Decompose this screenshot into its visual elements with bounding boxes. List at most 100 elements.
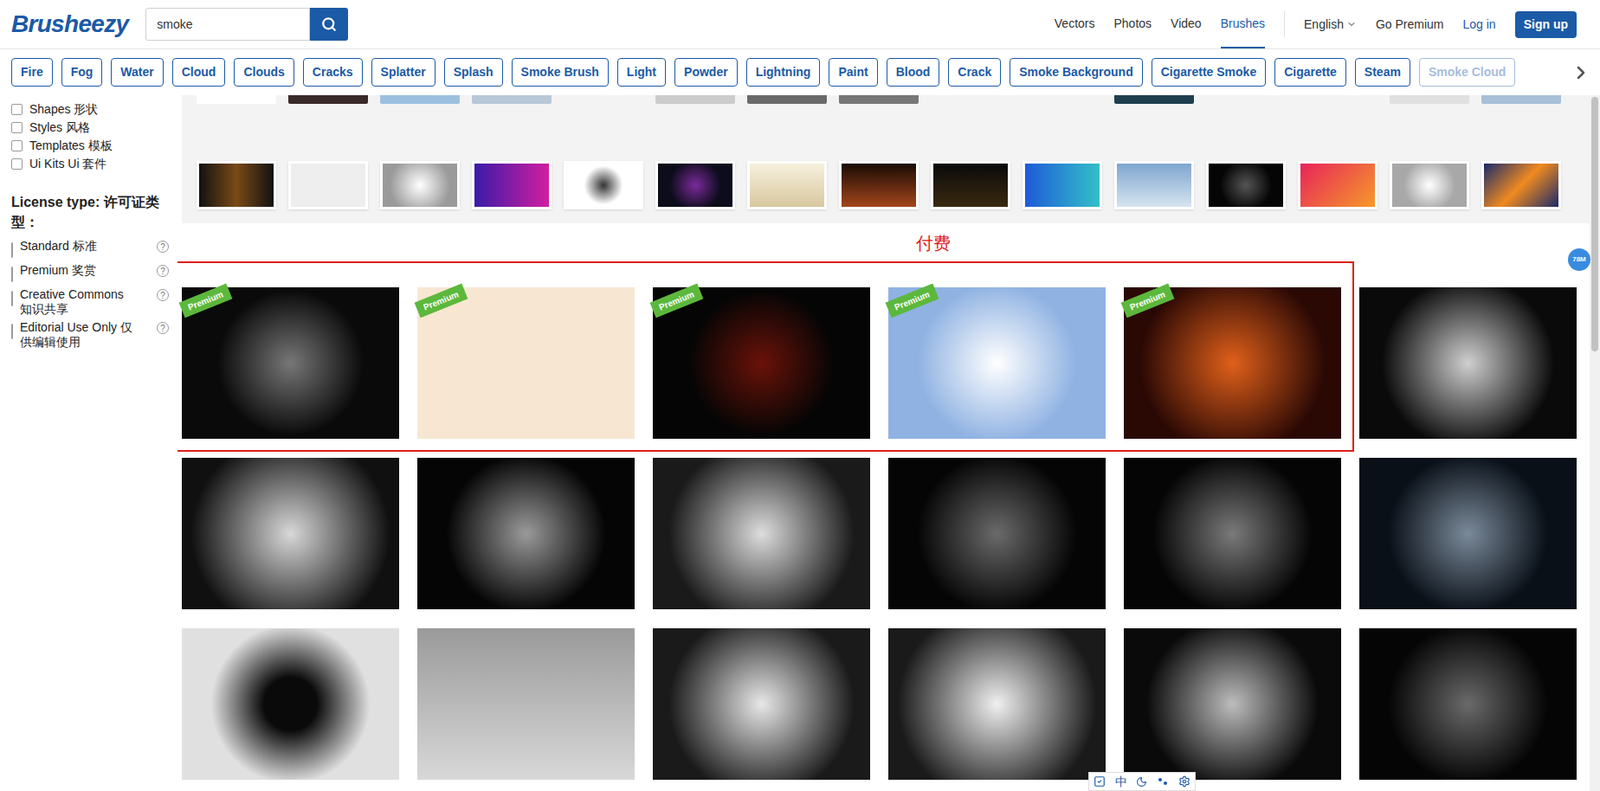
language-select[interactable]: English (1303, 15, 1357, 34)
brush-card[interactable] (652, 458, 871, 610)
tag-pill[interactable]: Fog (61, 58, 104, 87)
tag-pill[interactable]: Splash (444, 58, 504, 87)
related-thumb[interactable] (196, 161, 277, 210)
tag-pill[interactable]: Cigarette (1274, 58, 1347, 87)
related-thumb[interactable] (747, 161, 827, 210)
related-thumb[interactable] (288, 161, 368, 210)
logo[interactable]: Brusheezy (11, 6, 129, 43)
floating-badge[interactable]: 78M (1567, 248, 1591, 271)
brush-card[interactable] (888, 458, 1106, 610)
gear-icon[interactable] (1178, 775, 1191, 788)
related-thumb[interactable] (380, 95, 460, 104)
related-thumb[interactable] (1297, 95, 1378, 104)
license-option[interactable]: Standard 标准? (11, 238, 169, 260)
tag-pill[interactable]: Paint (828, 58, 878, 87)
scrollbar-thumb[interactable] (1591, 96, 1599, 352)
nav-link[interactable]: Video (1170, 0, 1202, 49)
brush-card[interactable] (417, 628, 635, 781)
related-thumb[interactable] (1206, 161, 1286, 210)
tag-pill[interactable]: Steam (1354, 58, 1411, 87)
help-badge[interactable]: ? (156, 264, 169, 278)
brush-card[interactable] (181, 628, 400, 781)
checkbox[interactable] (11, 103, 23, 116)
tag-pill[interactable]: Cigarette Smoke (1151, 58, 1266, 87)
brush-card[interactable] (417, 458, 635, 610)
related-thumb[interactable] (655, 95, 736, 104)
checkbox-icon[interactable] (1093, 775, 1106, 788)
related-thumb[interactable] (563, 161, 644, 210)
related-thumb[interactable] (1206, 95, 1286, 104)
checkbox[interactable] (11, 323, 13, 340)
tag-pill[interactable]: Fire (11, 58, 53, 87)
tag-pill[interactable]: Water (110, 58, 163, 87)
filter-item[interactable]: Templates 模板 (11, 136, 169, 155)
tag-pill[interactable]: Smoke Brush (511, 58, 609, 87)
related-thumb[interactable] (1114, 161, 1194, 210)
related-thumb[interactable] (1481, 161, 1562, 210)
tag-pill[interactable]: Light (617, 58, 666, 87)
brush-card[interactable] (888, 628, 1106, 781)
punctuation-icon[interactable] (1156, 775, 1169, 788)
brush-card[interactable]: Premium (181, 287, 400, 439)
nav-link[interactable]: Vectors (1054, 0, 1096, 49)
filter-item[interactable]: Ui Kits Ui 套件 (11, 154, 169, 174)
tag-pill[interactable]: Clouds (233, 58, 294, 87)
tag-pill[interactable]: Splatter (371, 58, 436, 87)
related-thumb[interactable] (1022, 161, 1103, 210)
chevron-right-icon[interactable] (1570, 62, 1592, 84)
brush-card[interactable]: Premium (652, 287, 871, 439)
filter-item[interactable]: Styles 风格 (11, 118, 169, 137)
related-thumb[interactable] (930, 95, 1011, 104)
tag-pill[interactable]: Smoke Background (1009, 58, 1142, 87)
nav-link[interactable]: Brushes (1220, 0, 1265, 49)
nav-link[interactable]: Photos (1114, 0, 1153, 49)
brush-card[interactable]: Premium (1123, 287, 1342, 439)
signup-button[interactable]: Sign up (1515, 11, 1577, 39)
checkbox[interactable] (11, 242, 13, 259)
related-thumb[interactable] (1297, 161, 1378, 210)
search-button[interactable] (309, 7, 349, 41)
filter-item[interactable]: Shapes 形状 (11, 100, 169, 119)
search-input[interactable]: smoke (145, 7, 310, 41)
ime-mode[interactable]: 中 (1115, 775, 1128, 788)
tag-pill[interactable]: Cloud (172, 58, 226, 87)
checkbox[interactable] (11, 122, 23, 134)
brush-card[interactable] (1123, 458, 1342, 610)
related-thumb[interactable] (1114, 95, 1194, 104)
brush-card[interactable] (1123, 628, 1342, 781)
login-link[interactable]: Log in (1463, 15, 1497, 34)
related-thumb[interactable] (563, 95, 644, 104)
license-option[interactable]: Premium 奖赏? (11, 263, 169, 284)
brush-card[interactable] (181, 458, 400, 610)
related-thumb[interactable] (471, 161, 552, 210)
help-badge[interactable]: ? (156, 322, 169, 335)
tag-pill[interactable]: Cracks (303, 58, 363, 87)
checkbox[interactable] (11, 158, 23, 170)
license-option[interactable]: Editorial Use Only 仅供编辑使用? (11, 320, 169, 350)
related-thumb[interactable] (1022, 95, 1103, 104)
related-thumb[interactable] (838, 95, 919, 104)
related-thumb[interactable] (196, 95, 277, 104)
help-badge[interactable]: ? (156, 289, 169, 302)
checkbox[interactable] (11, 266, 13, 283)
tag-pill[interactable]: Crack (948, 58, 1001, 87)
brush-card[interactable] (1359, 458, 1577, 610)
brush-card[interactable]: Premium (888, 287, 1106, 439)
tag-pill[interactable]: Lightning (746, 58, 821, 87)
tag-pill[interactable]: Smoke Cloud (1419, 58, 1516, 87)
related-thumb[interactable] (1389, 95, 1470, 104)
checkbox[interactable] (11, 290, 13, 307)
related-thumb[interactable] (380, 161, 460, 210)
related-thumb[interactable] (471, 95, 552, 104)
related-thumb[interactable] (655, 161, 736, 210)
related-thumb[interactable] (930, 161, 1011, 210)
tag-pill[interactable]: Blood (886, 58, 941, 87)
brush-card[interactable]: Premium (417, 287, 635, 439)
related-thumb[interactable] (288, 95, 368, 104)
moon-icon[interactable] (1135, 776, 1148, 788)
related-thumb[interactable] (1389, 161, 1470, 210)
checkbox[interactable] (11, 140, 23, 152)
related-thumb[interactable] (1481, 95, 1562, 104)
brush-card[interactable] (652, 628, 871, 781)
go-premium-link[interactable]: Go Premium (1375, 15, 1445, 34)
